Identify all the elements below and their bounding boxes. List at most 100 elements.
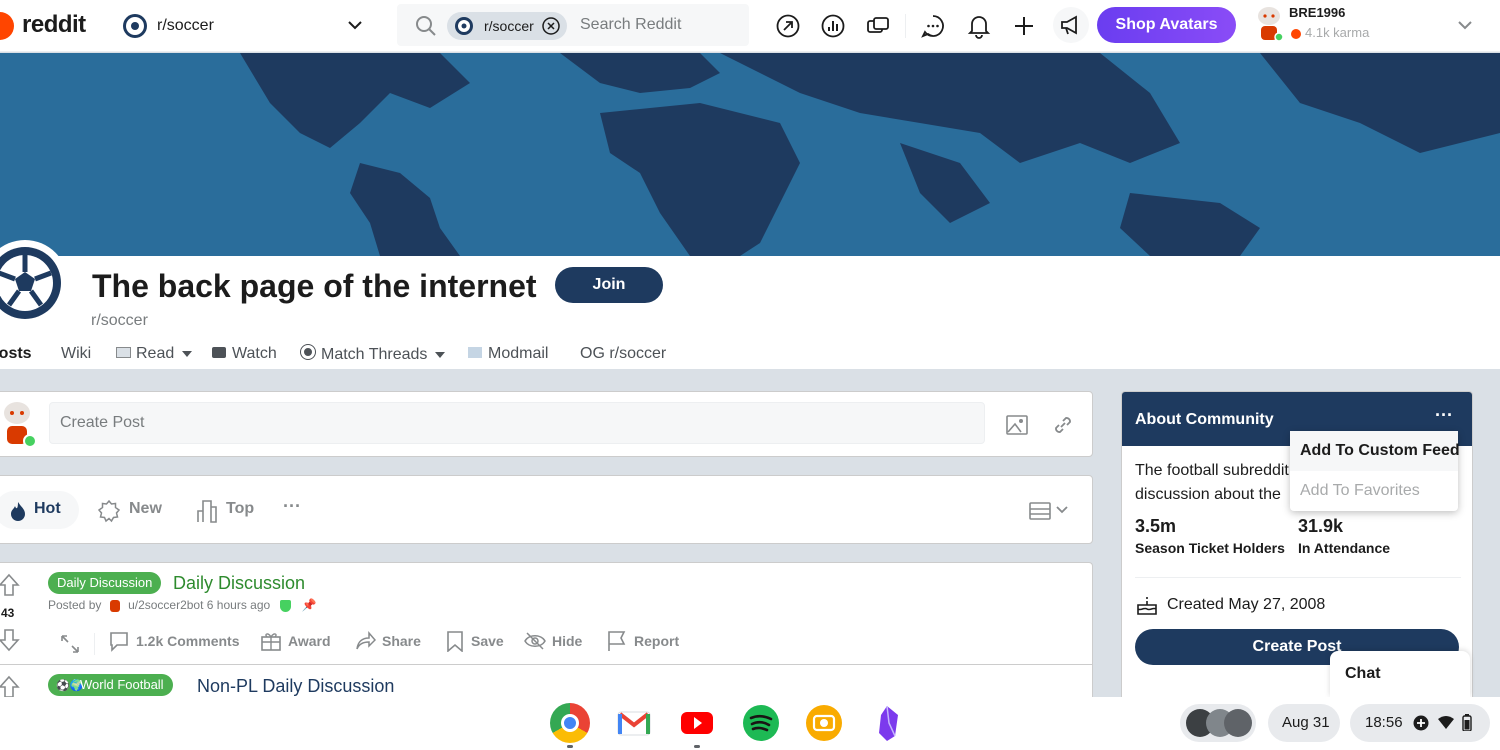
cake-icon (1137, 597, 1157, 615)
add-to-custom-feed-item[interactable]: Add To Custom Feed (1290, 431, 1460, 471)
award-button[interactable]: Award (260, 630, 331, 656)
report-button[interactable]: Report (606, 630, 679, 656)
popular-icon[interactable] (775, 13, 801, 39)
tab-posts[interactable]: Posts (0, 345, 32, 363)
reddit-logo-icon[interactable] (0, 12, 14, 40)
megaphone-icon (1061, 15, 1077, 35)
comments-button[interactable]: 1.2k Comments (108, 630, 239, 656)
tab-watch[interactable]: Watch (212, 345, 277, 363)
members-count: 3.5m (1135, 516, 1177, 536)
nav-divider (905, 14, 906, 38)
tab-match-threads[interactable]: Match Threads (301, 345, 446, 364)
tote-button[interactable] (1180, 704, 1256, 742)
sort-new-button[interactable]: New (129, 500, 162, 518)
comment-icon (110, 632, 128, 652)
post-title[interactable]: Non-PL Daily Discussion (197, 676, 394, 697)
sort-hot-button[interactable]: Hot (0, 491, 79, 529)
downvote-icon[interactable] (0, 628, 20, 652)
top-icon[interactable] (195, 498, 219, 524)
tab-read[interactable]: Read (116, 345, 193, 363)
share-label: Share (382, 633, 421, 649)
sort-more-button[interactable]: ··· (283, 496, 301, 517)
community-name: r/soccer (91, 312, 148, 329)
tab-og-soccer[interactable]: OG r/soccer (580, 345, 666, 363)
shop-avatars-button[interactable]: Shop Avatars (1097, 7, 1236, 43)
world-map-image (0, 53, 1500, 256)
chat-button[interactable]: Chat (1330, 651, 1470, 697)
share-icon (356, 630, 376, 650)
post-author[interactable]: u/2soccer2bot (128, 598, 203, 612)
tab-label: Wiki (61, 345, 92, 362)
all-icon[interactable] (820, 13, 846, 39)
spotify-icon[interactable] (741, 703, 781, 743)
post-age: 6 hours ago (206, 598, 271, 612)
youtube-icon[interactable] (677, 703, 717, 743)
post-meta: Posted by u/2soccer2bot 6 hours ago 📌 (48, 598, 317, 612)
page-title: The back page of the internet (92, 268, 537, 304)
divider (1135, 577, 1461, 578)
flag-icon (608, 631, 626, 651)
expand-icon[interactable] (59, 633, 81, 655)
bookmark-icon (447, 631, 463, 652)
gift-icon (261, 633, 281, 651)
username[interactable]: BRE1996 (1289, 5, 1345, 20)
hide-button[interactable]: Hide (524, 630, 582, 656)
save-button[interactable]: Save (445, 630, 504, 656)
reddit-logo-text[interactable]: reddit (22, 11, 86, 39)
coins-icon[interactable] (865, 13, 891, 39)
system-tray[interactable]: 18:56 (1350, 704, 1490, 742)
post-title[interactable]: Daily Discussion (173, 573, 305, 594)
create-post-input[interactable]: Create Post (49, 402, 985, 444)
chevron-down-icon[interactable] (1458, 20, 1472, 30)
create-post-card: Create Post (0, 391, 1093, 457)
upvote-icon[interactable] (0, 573, 20, 597)
close-icon[interactable] (542, 17, 560, 35)
image-icon[interactable] (1005, 413, 1029, 437)
search-input[interactable]: Search Reddit (580, 16, 681, 34)
upvote-icon[interactable] (0, 675, 20, 699)
bell-icon[interactable] (966, 13, 992, 39)
gmail-icon[interactable] (614, 703, 654, 743)
advertise-button[interactable] (1053, 7, 1089, 43)
obsidian-icon[interactable] (867, 703, 907, 743)
caret-down-icon (435, 351, 446, 358)
camera-icon[interactable] (804, 703, 844, 743)
add-to-favorites-item[interactable]: Add To Favorites (1290, 471, 1458, 511)
search-box[interactable]: r/soccer Search Reddit (397, 4, 749, 46)
chat-icon[interactable] (920, 13, 946, 39)
tab-label: Modmail (488, 345, 549, 362)
avatar[interactable] (1252, 4, 1286, 44)
tab-wiki[interactable]: Wiki (61, 345, 91, 363)
post-card[interactable]: 43 Daily Discussion Daily Discussion Pos… (0, 562, 1093, 665)
post-flair[interactable]: Daily Discussion (48, 572, 162, 594)
running-indicator (567, 745, 573, 748)
soccer-ball-icon (0, 247, 61, 319)
post-flair[interactable]: ⚽🌍World Football (48, 674, 173, 696)
sort-top-button[interactable]: Top (226, 500, 254, 518)
community-switcher[interactable]: r/soccer (122, 12, 370, 40)
community-options-menu: Add To Custom Feed Add To Favorites (1290, 431, 1460, 511)
soccer-ball-icon (123, 14, 147, 38)
community-banner (0, 53, 1500, 256)
avatar[interactable] (0, 398, 39, 448)
posted-by-label: Posted by (48, 598, 102, 612)
online-count: 31.9k (1298, 516, 1344, 536)
search-chip-label: r/soccer (484, 18, 534, 34)
chrome-icon[interactable] (550, 703, 590, 743)
link-icon[interactable] (1051, 413, 1075, 437)
more-options-button[interactable]: ··· (1435, 405, 1453, 426)
chevron-down-icon[interactable] (1056, 506, 1068, 514)
calendar-button[interactable]: Aug 31 (1268, 704, 1340, 742)
plus-icon[interactable] (1011, 13, 1037, 39)
share-button[interactable]: Share (354, 630, 421, 656)
join-button[interactable]: Join (555, 267, 663, 303)
save-label: Save (471, 633, 504, 649)
vote-count: 43 (1, 606, 15, 620)
new-icon[interactable] (97, 499, 121, 523)
search-scope-chip[interactable]: r/soccer (447, 12, 567, 40)
tab-modmail[interactable]: Modmail (468, 345, 548, 363)
report-label: Report (634, 633, 680, 649)
members-label: Season Ticket Holders (1135, 540, 1285, 556)
action-divider (94, 633, 95, 655)
card-view-icon[interactable] (1029, 501, 1051, 521)
